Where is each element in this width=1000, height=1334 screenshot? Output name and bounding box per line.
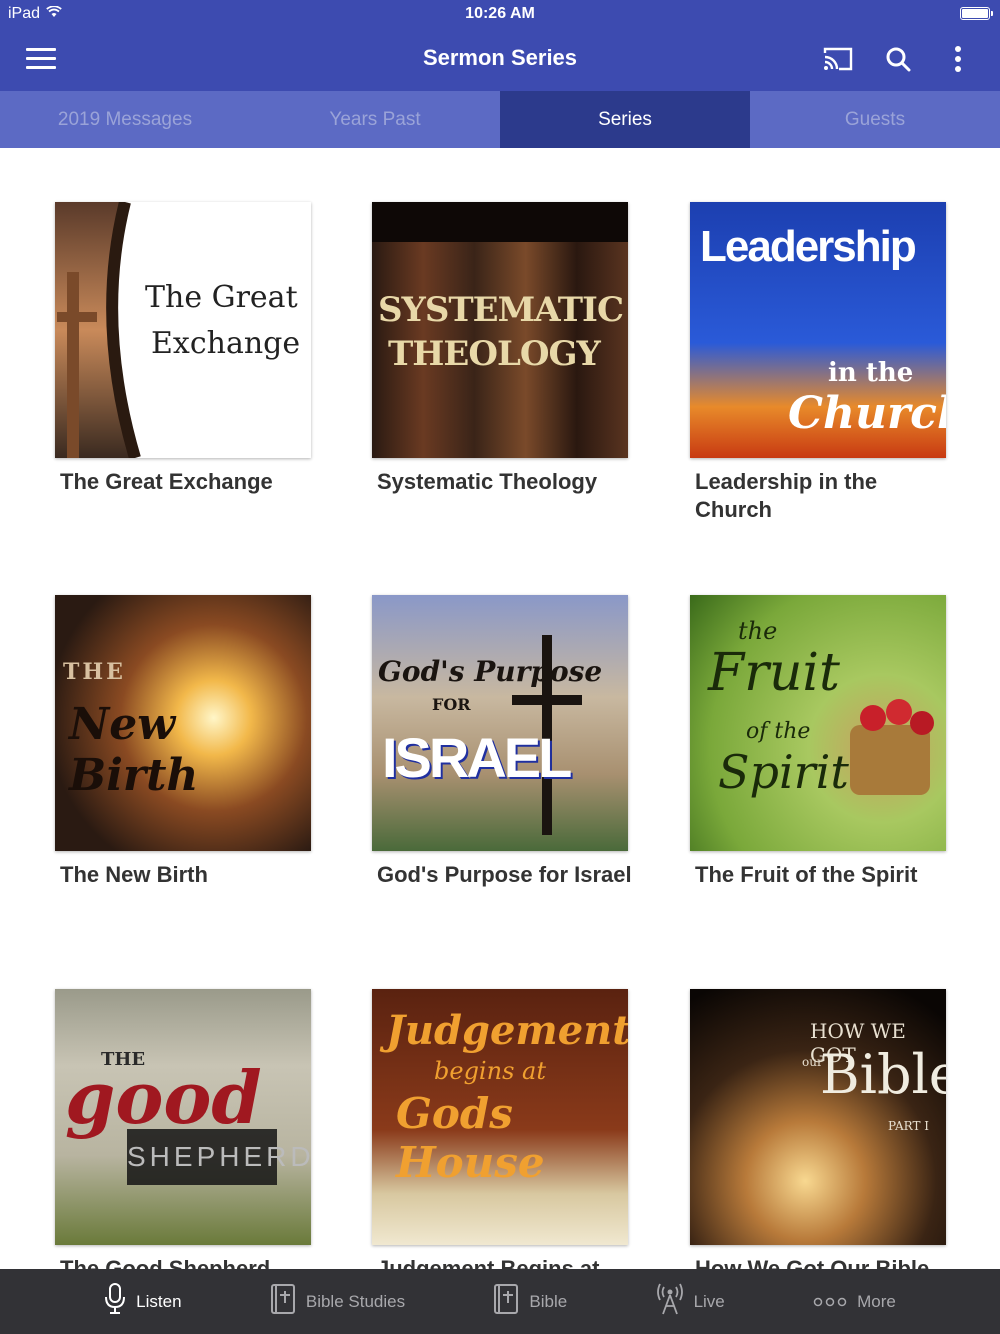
series-artwork: Judgement begins at Gods House	[372, 989, 628, 1245]
series-artwork: Leadership in the Church	[690, 202, 946, 458]
series-card-how-we-got-bible[interactable]: HOW WE GOT our Bible PART I How We Got O…	[690, 989, 946, 1269]
nav-bible[interactable]: Bible	[493, 1283, 567, 1320]
nav-listen[interactable]: Listen	[104, 1283, 182, 1320]
artwork-text: Leadership	[700, 222, 917, 271]
more-dots-icon	[813, 1292, 847, 1312]
cast-icon[interactable]	[822, 42, 854, 76]
artwork-text: the	[738, 617, 778, 645]
nav-label: Live	[693, 1291, 725, 1311]
series-artwork: THE New Birth	[55, 595, 311, 851]
series-title: Systematic Theology	[377, 469, 598, 494]
nav-more[interactable]: More	[813, 1292, 896, 1312]
artwork-text: of the	[746, 719, 811, 744]
app-bar-actions	[822, 42, 974, 76]
nav-live[interactable]: Live	[656, 1283, 725, 1320]
artwork-text: Spirit	[718, 745, 849, 799]
status-bar: iPad 10:26 AM	[0, 0, 1000, 28]
series-card-new-birth[interactable]: THE New Birth The New Birth	[55, 595, 311, 889]
artwork-text: Judgement	[386, 1007, 628, 1054]
broadcast-tower-icon	[656, 1283, 684, 1320]
artwork-text: FOR	[432, 695, 471, 714]
series-artwork: HOW WE GOT our Bible PART I	[690, 989, 946, 1245]
series-artwork: The Great Exchange	[55, 202, 311, 458]
series-title: The Good Shepherd	[60, 1256, 271, 1269]
search-icon[interactable]	[882, 42, 914, 76]
artwork-text: Exchange	[151, 326, 301, 361]
nav-bible-studies[interactable]: Bible Studies	[270, 1283, 405, 1320]
tab-series[interactable]: Series	[500, 91, 750, 148]
artwork-text: Fruit	[708, 643, 840, 703]
nav-label: Bible Studies	[305, 1291, 406, 1311]
nav-label: Listen	[136, 1291, 182, 1311]
artwork-text: SHEPHERD	[127, 1129, 311, 1185]
artwork-text: good	[65, 1055, 262, 1140]
series-artwork: the Fruit of the Spirit	[690, 595, 946, 851]
series-artwork: THE good SHEPHERD	[55, 989, 311, 1245]
series-artwork: God's Purpose FOR ISRAEL	[372, 595, 628, 851]
series-card-systematic-theology[interactable]: SYSTEMATIC THEOLOGY Systematic Theology	[372, 202, 628, 496]
artwork-text: Bible	[820, 1043, 946, 1106]
series-card-fruit-spirit[interactable]: the Fruit of the Spirit The Fruit of the…	[690, 595, 946, 889]
artwork-text: ISRAEL	[382, 726, 572, 789]
artwork-text: New Birth	[69, 699, 199, 801]
series-grid: The Great Exchange The Great Exchange SY…	[0, 148, 1000, 1269]
artwork-text: The Great	[145, 280, 298, 315]
series-card-gods-purpose-israel[interactable]: God's Purpose FOR ISRAEL God's Purpose f…	[372, 595, 632, 889]
nav-label: More	[857, 1291, 896, 1311]
tab-guests[interactable]: Guests	[750, 91, 1000, 148]
series-card-leadership[interactable]: Leadership in the Church Leadership in t…	[690, 202, 946, 524]
series-card-judgement[interactable]: Judgement begins at Gods House Judgement…	[372, 989, 628, 1269]
nav-label: Bible	[529, 1291, 568, 1311]
artwork-text: THEOLOGY	[388, 334, 601, 374]
series-title: Leadership in the Church	[695, 469, 878, 522]
bottom-nav: Listen Bible Studies Bible Live More	[0, 1269, 1000, 1334]
series-title: God's Purpose for Israel	[377, 862, 632, 887]
overflow-menu-icon[interactable]	[942, 42, 974, 76]
artwork-text: Gods House	[396, 1089, 545, 1187]
artwork-text: God's Purpose	[378, 655, 603, 688]
bible-icon	[270, 1283, 296, 1320]
artwork-text: begins at	[434, 1057, 546, 1085]
bible-icon	[493, 1283, 519, 1320]
tab-years-past[interactable]: Years Past	[250, 91, 500, 148]
series-card-good-shepherd[interactable]: THE good SHEPHERD The Good Shepherd	[55, 989, 311, 1269]
artwork-text: Church	[788, 388, 946, 439]
series-card-great-exchange[interactable]: The Great Exchange The Great Exchange	[55, 202, 311, 496]
artwork-text: PART I	[888, 1119, 930, 1133]
series-title: Judgement Begins at God's House	[377, 1256, 600, 1269]
tab-2019-messages[interactable]: 2019 Messages	[0, 91, 250, 148]
status-time: 10:26 AM	[465, 5, 535, 22]
series-artwork: SYSTEMATIC THEOLOGY	[372, 202, 628, 458]
artwork-text: SYSTEMATIC	[378, 290, 624, 330]
artwork-text: in the	[828, 358, 914, 388]
app-bar: Sermon Series	[0, 28, 1000, 91]
artwork-text: THE	[63, 659, 126, 685]
series-title: The New Birth	[60, 862, 208, 887]
series-title: The Great Exchange	[60, 469, 273, 494]
series-title: The Fruit of the Spirit	[695, 862, 918, 887]
tab-bar: 2019 Messages Years Past Series Guests	[0, 91, 1000, 148]
series-title: How We Got Our Bible	[695, 1256, 930, 1269]
microphone-icon	[104, 1283, 126, 1320]
battery-icon	[960, 7, 993, 20]
